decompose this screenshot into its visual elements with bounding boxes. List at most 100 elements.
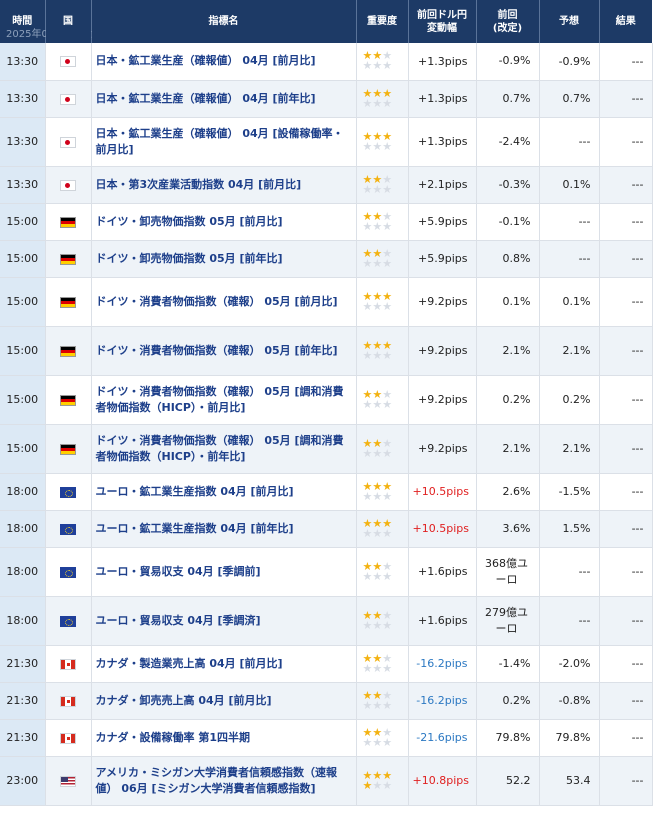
- importance-stars: ★★★ ★★★: [356, 277, 409, 327]
- table-row[interactable]: 13:30 日本・鉱工業生産（確報値） 04月 [前月比] ★★★ ★★★ +1.3pi…: [0, 43, 653, 81]
- star-empty-icon: ★: [382, 182, 393, 196]
- eu-flag-icon: [60, 566, 76, 578]
- result-cell: ---: [599, 645, 653, 683]
- forecast-cell: 0.7%: [539, 80, 600, 118]
- star-empty-icon: ★: [382, 778, 393, 792]
- importance-stars: ★★★ ★★★: [356, 547, 409, 597]
- forecast-cell: 53.4: [539, 756, 600, 806]
- col-prev-header[interactable]: 前回 (改定): [476, 0, 540, 43]
- indicator-link[interactable]: ドイツ・卸売物価指数 05月 [前年比]: [91, 240, 357, 278]
- table-row[interactable]: 18:00 ユーロ・貿易収支 04月 [季調前] ★★★ ★★★ +1.6pips 368…: [0, 547, 653, 597]
- prev-cell: 0.2%: [476, 682, 540, 720]
- table-row[interactable]: 13:30 日本・鉱工業生産（確報値） 04月 [前年比] ★★★ ★★★ +1.3pi…: [0, 80, 653, 118]
- indicator-link[interactable]: カナダ・卸売売上高 04月 [前月比]: [91, 682, 357, 720]
- japan-flag-icon: [60, 93, 76, 105]
- table-row[interactable]: 21:30 カナダ・卸売売上高 04月 [前月比] ★★★ ★★★ -16.2pips 0…: [0, 682, 653, 720]
- prev-cell: 79.8%: [476, 719, 540, 757]
- star-empty-icon: ★: [372, 569, 383, 583]
- importance-stars: ★★★ ★★★: [356, 645, 409, 683]
- star-empty-icon: ★: [372, 446, 383, 460]
- time-cell: 15:00: [0, 203, 46, 241]
- table-row[interactable]: 18:00 ユーロ・鉱工業生産指数 04月 [前年比] ★★★ ★★★ +10.5pip…: [0, 510, 653, 548]
- time-cell: 23:00: [0, 756, 46, 806]
- table-row[interactable]: 18:00 ユーロ・鉱工業生産指数 04月 [前月比] ★★★ ★★★ +10.5pip…: [0, 473, 653, 511]
- move-cell: +1.3pips: [408, 117, 477, 167]
- table-row[interactable]: 18:00 ユーロ・貿易収支 04月 [季調済] ★★★ ★★★ +1.6pips 279…: [0, 596, 653, 646]
- indicator-link[interactable]: 日本・鉱工業生産（確報値） 04月 [前年比]: [91, 80, 357, 118]
- indicator-link[interactable]: ユーロ・鉱工業生産指数 04月 [前年比]: [91, 510, 357, 548]
- col-country-header[interactable]: 国: [45, 0, 92, 43]
- table-row[interactable]: 13:30 日本・第3次産業活動指数 04月 [前月比] ★★★ ★★★ +2.1pip…: [0, 166, 653, 204]
- prev-value: 0.2%: [502, 392, 531, 406]
- time-cell: 13:30: [0, 80, 46, 118]
- economic-calendar-table: 時間2025年06月13日(金) 国 指標名 重要度 前回ドル円 変動幅 前回 …: [0, 0, 653, 806]
- importance-stars: ★★★ ★★★: [356, 326, 409, 376]
- indicator-link[interactable]: ドイツ・消費者物価指数（確報） 05月 [調和消費者物価指数（HICP）・前月比…: [91, 375, 357, 425]
- star-empty-icon: ★: [372, 526, 383, 540]
- indicator-link[interactable]: カナダ・設備稼働率 第1四半期: [91, 719, 357, 757]
- table-row[interactable]: 23:00 アメリカ・ミシガン大学消費者信頼感指数（速報値） 06月 [ミシガン大…: [0, 756, 653, 806]
- table-row[interactable]: 15:00 ドイツ・卸売物価指数 05月 [前月比] ★★★ ★★★ +5.9pips -…: [0, 203, 653, 241]
- indicator-link[interactable]: アメリカ・ミシガン大学消費者信頼感指数（速報値） 06月 [ミシガン大学消費者信…: [91, 756, 357, 806]
- prev-value: -1.4%: [498, 656, 531, 670]
- indicator-link[interactable]: ドイツ・消費者物価指数（確報） 05月 [前月比]: [91, 277, 357, 327]
- table-row[interactable]: 13:30 日本・鉱工業生産（確報値） 04月 [設備稼働率・前月比] ★★★ ★★★…: [0, 117, 653, 167]
- indicator-link[interactable]: ユーロ・貿易収支 04月 [季調済]: [91, 596, 357, 646]
- indicator-link[interactable]: ドイツ・卸売物価指数 05月 [前月比]: [91, 203, 357, 241]
- col-importance-header[interactable]: 重要度: [356, 0, 409, 43]
- prev-cell: 0.2%: [476, 375, 540, 425]
- indicator-link[interactable]: ユーロ・貿易収支 04月 [季調前]: [91, 547, 357, 597]
- star-empty-icon: ★: [362, 526, 373, 540]
- importance-stars: ★★★ ★★★: [356, 756, 409, 806]
- col-move-header[interactable]: 前回ドル円 変動幅: [408, 0, 477, 43]
- prev-cell: 0.7%: [476, 80, 540, 118]
- importance-stars: ★★★ ★★★: [356, 240, 409, 278]
- importance-stars: ★★★ ★★★: [356, 117, 409, 167]
- table-row[interactable]: 15:00 ドイツ・消費者物価指数（確報） 05月 [前月比] ★★★ ★★★ +9.2…: [0, 277, 653, 327]
- star-empty-icon: ★: [362, 661, 373, 675]
- canada-flag-icon: [60, 658, 76, 670]
- forecast-cell: 0.1%: [539, 166, 600, 204]
- time-cell: 15:00: [0, 240, 46, 278]
- star-empty-icon: ★: [382, 569, 393, 583]
- indicator-link[interactable]: カナダ・製造業売上高 04月 [前月比]: [91, 645, 357, 683]
- col-indicator-header[interactable]: 指標名: [91, 0, 357, 43]
- star-empty-icon: ★: [382, 219, 393, 233]
- table-row[interactable]: 15:00 ドイツ・消費者物価指数（確報） 05月 [調和消費者物価指数（HICP…: [0, 424, 653, 474]
- country-cell: [45, 596, 92, 646]
- col-forecast-header[interactable]: 予想: [539, 0, 600, 43]
- move-cell: +10.8pips: [408, 756, 477, 806]
- prev-cell: 0.1%: [476, 277, 540, 327]
- move-cell: +9.2pips: [408, 375, 477, 425]
- table-row[interactable]: 15:00 ドイツ・消費者物価指数（確報） 05月 [調和消費者物価指数（HICP…: [0, 375, 653, 425]
- importance-stars: ★★★ ★★★: [356, 166, 409, 204]
- result-cell: ---: [599, 756, 653, 806]
- time-cell: 18:00: [0, 473, 46, 511]
- country-cell: [45, 756, 92, 806]
- move-cell: -21.6pips: [408, 719, 477, 757]
- star-empty-icon: ★: [382, 256, 393, 270]
- indicator-link[interactable]: 日本・鉱工業生産（確報値） 04月 [前月比]: [91, 43, 357, 81]
- col-result-header[interactable]: 結果: [599, 0, 652, 43]
- table-row[interactable]: 15:00 ドイツ・消費者物価指数（確報） 05月 [前年比] ★★★ ★★★ +9.2…: [0, 326, 653, 376]
- eu-flag-icon: [60, 523, 76, 535]
- indicator-link[interactable]: 日本・鉱工業生産（確報値） 04月 [設備稼働率・前月比]: [91, 117, 357, 167]
- indicator-link[interactable]: 日本・第3次産業活動指数 04月 [前月比]: [91, 166, 357, 204]
- importance-stars: ★★★ ★★★: [356, 424, 409, 474]
- star-empty-icon: ★: [382, 348, 393, 362]
- star-empty-icon: ★: [362, 698, 373, 712]
- table-row[interactable]: 15:00 ドイツ・卸売物価指数 05月 [前年比] ★★★ ★★★ +5.9pips 0…: [0, 240, 653, 278]
- indicator-link[interactable]: ドイツ・消費者物価指数（確報） 05月 [前年比]: [91, 326, 357, 376]
- japan-flag-icon: [60, 179, 76, 191]
- star-empty-icon: ★: [382, 446, 393, 460]
- eu-flag-icon: [60, 615, 76, 627]
- star-empty-icon: ★: [362, 446, 373, 460]
- indicator-link[interactable]: ドイツ・消費者物価指数（確報） 05月 [調和消費者物価指数（HICP）・前年比…: [91, 424, 357, 474]
- germany-flag-icon: [60, 296, 76, 308]
- country-cell: [45, 424, 92, 474]
- table-row[interactable]: 21:30 カナダ・設備稼働率 第1四半期 ★★★ ★★★ -21.6pips 79.8%…: [0, 719, 653, 757]
- col-time-header[interactable]: 時間2025年06月13日(金): [0, 0, 105, 43]
- indicator-link[interactable]: ユーロ・鉱工業生産指数 04月 [前月比]: [91, 473, 357, 511]
- table-row[interactable]: 21:30 カナダ・製造業売上高 04月 [前月比] ★★★ ★★★ -16.2pips…: [0, 645, 653, 683]
- prev-cell: 52.2: [476, 756, 540, 806]
